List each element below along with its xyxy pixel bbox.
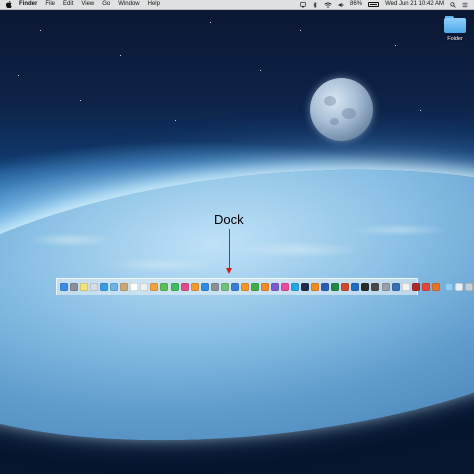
messages-icon[interactable] — [160, 283, 169, 291]
desktop-folder-label: Folder — [447, 36, 463, 42]
desktop-folder[interactable]: Folder — [442, 16, 468, 42]
battery-icon[interactable] — [368, 2, 380, 7]
folder-icon[interactable] — [444, 16, 466, 33]
annotation-arrow-head — [226, 268, 232, 274]
activity-monitor-icon[interactable] — [371, 283, 380, 291]
menu-clock[interactable]: Wed Jun 21 10:42 AM — [385, 0, 444, 9]
finder-icon[interactable] — [60, 283, 68, 291]
skype-icon[interactable] — [291, 283, 300, 291]
quicktime-icon[interactable] — [391, 283, 400, 291]
downloads-folder-icon[interactable] — [444, 283, 453, 291]
pages-icon[interactable] — [240, 283, 249, 291]
itunes-music-icon[interactable] — [281, 283, 290, 291]
menu-go[interactable]: Go — [102, 0, 110, 9]
app-store-icon[interactable] — [200, 283, 209, 291]
textedit-icon[interactable] — [401, 283, 410, 291]
system-preferences-icon[interactable] — [210, 283, 219, 291]
notes-icon[interactable] — [80, 283, 89, 291]
word-icon[interactable] — [321, 283, 330, 291]
excel-icon[interactable] — [331, 283, 340, 291]
facetime-icon[interactable] — [170, 283, 179, 291]
moon-crater — [330, 118, 339, 125]
terminal-icon[interactable] — [361, 283, 370, 291]
menu-edit[interactable]: Edit — [63, 0, 73, 9]
moon-crater — [342, 108, 356, 119]
star — [120, 55, 121, 56]
star — [260, 70, 261, 71]
star — [175, 120, 176, 121]
maps-icon[interactable] — [220, 283, 229, 291]
dock — [56, 278, 473, 295]
chrome-icon[interactable] — [421, 283, 430, 291]
photo-booth-icon[interactable] — [411, 283, 420, 291]
contacts-icon[interactable] — [120, 283, 129, 291]
moon — [310, 78, 373, 141]
trash-icon[interactable] — [464, 283, 473, 291]
apple-menu-icon[interactable] — [6, 1, 12, 8]
moon-crater — [324, 96, 336, 106]
garageband-icon[interactable] — [260, 283, 269, 291]
star — [80, 100, 81, 101]
star — [18, 75, 19, 76]
menu-app-finder[interactable]: Finder — [19, 0, 37, 9]
spotlight-search-icon[interactable] — [450, 1, 456, 8]
photos-icon[interactable] — [150, 283, 159, 291]
itunes-icon[interactable] — [180, 283, 189, 291]
star — [210, 22, 211, 23]
menu-extras: 86% Wed Jun 21 10:42 AM — [300, 0, 474, 9]
steam-icon[interactable] — [301, 283, 310, 291]
imovie-icon[interactable] — [270, 283, 279, 291]
battery-percent: 86% — [350, 1, 363, 7]
volume-icon[interactable] — [338, 2, 344, 8]
menu-window[interactable]: Window — [118, 0, 139, 9]
notification-center-icon[interactable] — [462, 2, 468, 8]
star — [300, 30, 301, 31]
keynote-icon[interactable] — [230, 283, 239, 291]
calendar-icon[interactable] — [130, 283, 139, 291]
menu-file[interactable]: File — [45, 0, 55, 9]
bluetooth-icon[interactable] — [312, 1, 318, 8]
vlc-icon[interactable] — [311, 283, 320, 291]
airplay-icon[interactable] — [300, 1, 306, 8]
launchpad-icon[interactable] — [70, 283, 79, 291]
star — [420, 110, 421, 111]
outlook-icon[interactable] — [351, 283, 360, 291]
firefox-icon[interactable] — [431, 283, 440, 291]
reminders-icon[interactable] — [140, 283, 149, 291]
dock-annotation-label: Dock — [214, 212, 244, 227]
mail-icon[interactable] — [110, 283, 119, 291]
menu-bar: Finder File Edit View Go Window Help 86%… — [0, 0, 474, 10]
ibooks-icon[interactable] — [190, 283, 199, 291]
preview-icon[interactable] — [90, 283, 99, 291]
star — [40, 30, 41, 31]
menu-help[interactable]: Help — [148, 0, 160, 9]
numbers-icon[interactable] — [250, 283, 259, 291]
annotation-arrow — [229, 229, 230, 270]
wifi-icon[interactable] — [324, 2, 332, 8]
safari-icon[interactable] — [100, 283, 109, 291]
menu-view[interactable]: View — [81, 0, 94, 9]
documents-stack-icon[interactable] — [454, 283, 463, 291]
disk-utility-icon[interactable] — [381, 283, 390, 291]
powerpoint-icon[interactable] — [341, 283, 350, 291]
star — [395, 45, 396, 46]
